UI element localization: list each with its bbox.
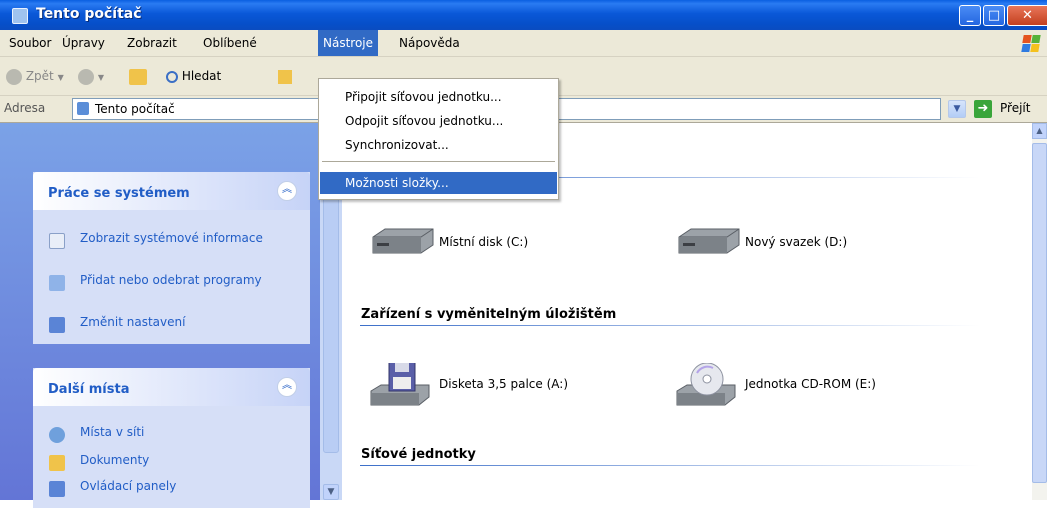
place-label: Dokumenty (80, 453, 150, 467)
task-label: Změnit nastavení (80, 315, 186, 329)
menu-item-label: Synchronizovat... (345, 138, 449, 152)
section-divider (360, 465, 980, 466)
section-divider (360, 325, 980, 326)
scroll-up-arrow-icon[interactable]: ▲ (1032, 123, 1047, 139)
menu-item-map-network-drive[interactable]: Připojit síťovou jednotku... (320, 86, 557, 108)
menu-napoveda[interactable]: Nápověda (394, 30, 465, 56)
network-section-title: Síťové jednotky (361, 447, 476, 462)
window-title: Tento počítač (36, 6, 142, 22)
folders-button[interactable] (278, 66, 292, 86)
menu-item-label: Připojit síťovou jednotku... (345, 90, 502, 104)
search-button[interactable]: Hledat (166, 66, 221, 86)
scroll-down-arrow-icon[interactable]: ▼ (323, 484, 339, 500)
task-label: Zobrazit systémové informace (80, 231, 263, 245)
drive-label: Jednotka CD-ROM (E:) (745, 377, 876, 391)
drive-label: Místní disk (C:) (439, 235, 529, 249)
up-folder-button[interactable] (129, 66, 147, 86)
menu-item-disconnect-network-drive[interactable]: Odpojit síťovou jednotku... (320, 110, 557, 132)
tools-menu: Připojit síťovou jednotku... Odpojit síť… (318, 78, 559, 200)
collapse-chevron-icon[interactable]: ︽ (277, 181, 297, 201)
menu-item-label: Odpojit síťovou jednotku... (345, 114, 504, 128)
menu-item-label: Možnosti složky... (345, 176, 449, 190)
drive-label: Nový svazek (D:) (745, 235, 848, 249)
menu-soubor[interactable]: Soubor (4, 30, 56, 56)
task-label: Přidat nebo odebrat programy (80, 273, 262, 287)
content-scrollbar[interactable]: ▲ (1032, 123, 1047, 500)
forward-button[interactable]: ▼ (78, 66, 104, 86)
menu-separator (322, 161, 555, 162)
system-tasks-panel: Práce se systémem ︽ Zobrazit systémové i… (33, 172, 310, 344)
hard-disk-icon (372, 228, 434, 254)
menu-item-folder-options[interactable]: Možnosti složky... (320, 172, 557, 194)
collapse-chevron-icon[interactable]: ︽ (277, 377, 297, 397)
go-arrow-icon[interactable]: ➜ (974, 100, 992, 118)
drive-label: Disketa 3,5 palce (A:) (439, 377, 569, 391)
address-dropdown-button[interactable]: ▼ (948, 100, 966, 118)
system-info-icon (49, 233, 65, 249)
close-button[interactable]: ✕ (1007, 5, 1047, 26)
computer-icon (12, 8, 28, 24)
network-places-icon (49, 427, 65, 443)
menu-nastroje[interactable]: Nástroje (318, 30, 379, 56)
up-folder-icon (129, 68, 147, 85)
documents-folder-icon (49, 455, 65, 471)
scroll-thumb[interactable] (1032, 143, 1047, 483)
windows-logo-icon (1003, 30, 1047, 56)
menu-zobrazit[interactable]: Zobrazit (122, 30, 182, 56)
address-label: Adresa (4, 101, 46, 115)
back-button[interactable]: Zpět ▼ (6, 66, 64, 86)
minimize-button[interactable]: _ (959, 5, 981, 26)
menu-bar: Soubor Úpravy Zobrazit Oblíbené Nástroje… (0, 30, 1047, 57)
other-places-header[interactable]: Další místa ︽ (33, 368, 310, 406)
maximize-button[interactable]: □ (983, 5, 1005, 26)
menu-upravy[interactable]: Úpravy (57, 30, 110, 56)
hard-disk-icon (678, 228, 740, 254)
cd-drive-icon (676, 362, 736, 406)
place-label: Ovládací panely (80, 479, 177, 493)
place-label: Místa v síti (80, 425, 145, 439)
drive-c[interactable]: Místní disk (C:) (367, 223, 627, 263)
forward-arrow-icon (78, 68, 94, 85)
drive-e[interactable]: Jednotka CD-ROM (E:) (673, 362, 933, 406)
floppy-drive-icon (370, 360, 430, 406)
address-value: Tento počítač (95, 102, 175, 116)
other-places-panel: Další místa ︽ Místa v síti Dokumenty Ovl… (33, 368, 310, 508)
search-icon (166, 70, 178, 83)
removable-section-title: Zařízení s vyměnitelným úložištěm (361, 307, 617, 322)
folders-icon (278, 69, 292, 84)
menu-item-synchronize[interactable]: Synchronizovat... (320, 134, 557, 156)
system-tasks-header[interactable]: Práce se systémem ︽ (33, 172, 310, 210)
drive-d[interactable]: Nový svazek (D:) (673, 223, 933, 263)
back-label: Zpět (25, 69, 54, 83)
computer-icon (77, 102, 89, 115)
back-arrow-icon (6, 68, 22, 85)
scroll-thumb[interactable] (323, 183, 339, 453)
control-panel-icon (49, 317, 65, 333)
drive-a[interactable]: Disketa 3,5 palce (A:) (367, 360, 627, 406)
panel-title: Další místa (48, 382, 130, 397)
add-remove-programs-icon (49, 275, 65, 291)
menu-oblibene[interactable]: Oblíbené (198, 30, 262, 56)
go-button[interactable]: Přejít (1000, 101, 1030, 115)
control-panel-icon (49, 481, 65, 497)
panel-title: Práce se systémem (48, 186, 190, 201)
title-bar[interactable]: Tento počítač _ □ ✕ (0, 0, 1047, 30)
search-label: Hledat (181, 69, 222, 83)
